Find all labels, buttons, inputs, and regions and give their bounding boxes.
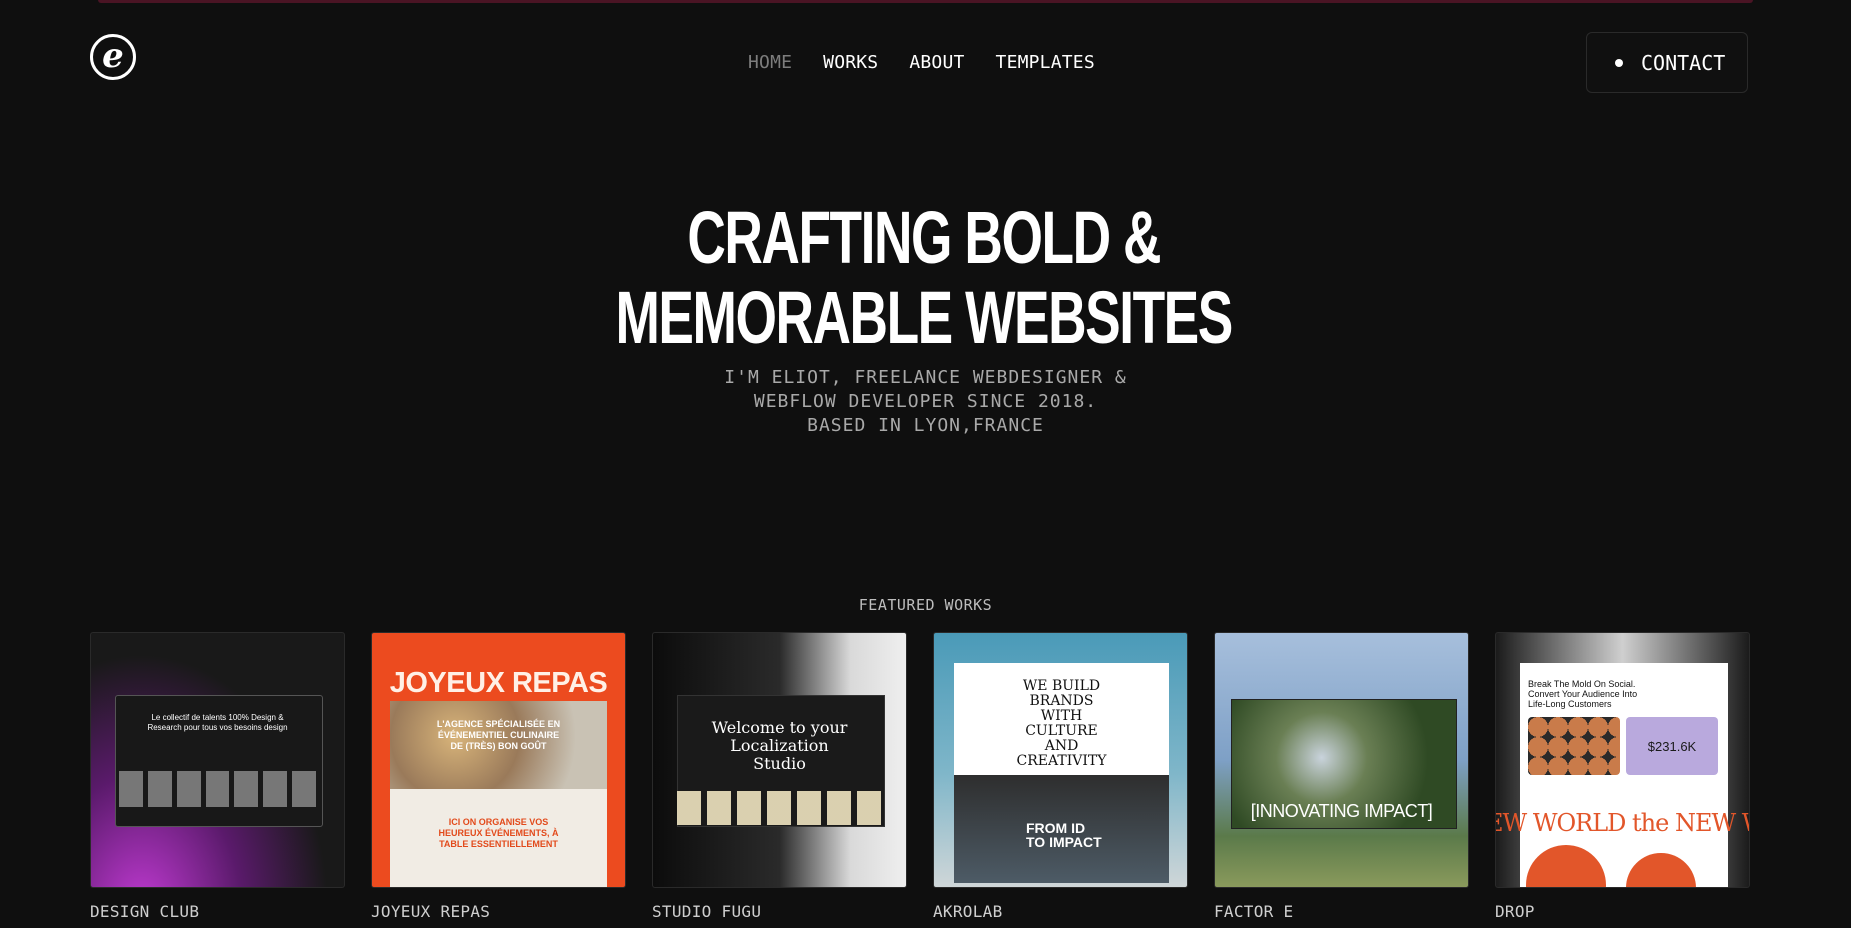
- hero-subtitle-line-1: I'M ELIOT, FREELANCE WEBDESIGNER &: [724, 367, 1127, 388]
- works-grid: Le collectif de talents 100% Design & Re…: [90, 632, 1750, 921]
- logo[interactable]: e: [90, 34, 136, 80]
- work-card-joyeux-repas[interactable]: JOYEUX REPAS L'AGENCE SPÉCIALISÉE EN ÉVÉ…: [371, 632, 626, 921]
- thumb-portraits: [119, 771, 317, 807]
- hero-subtitle-line-2: WEBFLOW DEVELOPER SINCE 2018.: [753, 391, 1098, 412]
- work-card-design-club[interactable]: Le collectif de talents 100% Design & Re…: [90, 632, 345, 921]
- thumb-text-2: ICI ON ORGANISE VOS HEUREUX ÉVÉNEMENTS, …: [438, 817, 559, 849]
- work-thumbnail[interactable]: WE BUILD BRANDS WITH CULTURE AND CREATIV…: [933, 632, 1188, 888]
- site-header: e HOME WORKS ABOUT TEMPLATES CONTACT: [0, 0, 1851, 126]
- work-card-drop[interactable]: Break The Mold On Social. Convert Your A…: [1495, 632, 1750, 921]
- thumb-text: L'AGENCE SPÉCIALISÉE EN ÉVÉNEMENTIEL CUL…: [436, 719, 561, 751]
- thumb-text-2: EW WORLD the NEW W: [1495, 809, 1750, 837]
- thumb-text: Break The Mold On Social. Convert Your A…: [1528, 679, 1638, 709]
- work-thumbnail[interactable]: Le collectif de talents 100% Design & Re…: [90, 632, 345, 888]
- hero-title-line-1: CRAFTING BOLD &: [687, 196, 1161, 279]
- thumb-text: WE BUILD BRANDS WITH CULTURE AND CREATIV…: [1016, 678, 1107, 769]
- work-title: STUDIO FUGU: [652, 902, 762, 921]
- main-nav: HOME WORKS ABOUT TEMPLATES: [748, 52, 1095, 73]
- hero-title-line-2: MEMORABLE WEBSITES: [615, 276, 1233, 359]
- work-card-studio-fugu[interactable]: Welcome to your Localization Studio STUD…: [652, 632, 907, 921]
- work-thumbnail[interactable]: JOYEUX REPAS L'AGENCE SPÉCIALISÉE EN ÉVÉ…: [371, 632, 626, 888]
- nav-about[interactable]: ABOUT: [909, 52, 964, 73]
- thumb-text: [INNOVATING IMPACT]: [1250, 801, 1433, 821]
- thumb-text: Le collectif de talents 100% Design & Re…: [147, 713, 288, 732]
- work-thumbnail[interactable]: Break The Mold On Social. Convert Your A…: [1495, 632, 1750, 888]
- nav-home[interactable]: HOME: [748, 52, 792, 73]
- dot-icon: [1615, 58, 1623, 67]
- work-title: JOYEUX REPAS: [371, 902, 491, 921]
- contact-button[interactable]: CONTACT: [1586, 32, 1748, 93]
- work-card-akrolab[interactable]: WE BUILD BRANDS WITH CULTURE AND CREATIV…: [933, 632, 1188, 921]
- hero-title: CRAFTING BOLD & MEMORABLE WEBSITES: [257, 198, 1590, 358]
- work-title: FACTOR E: [1214, 902, 1294, 921]
- work-title: DROP: [1495, 902, 1535, 921]
- work-card-factor-e[interactable]: [INNOVATING IMPACT] FACTOR E: [1214, 632, 1469, 921]
- thumb-price: $231.6K: [1626, 717, 1718, 775]
- work-title: DESIGN CLUB: [90, 902, 200, 921]
- thumb-avatars: [1528, 717, 1620, 775]
- work-thumbnail[interactable]: [INNOVATING IMPACT]: [1214, 632, 1469, 888]
- work-thumbnail[interactable]: Welcome to your Localization Studio: [652, 632, 907, 888]
- thumb-stickers: [677, 791, 883, 825]
- thumb-text: Welcome to your Localization Studio: [711, 718, 848, 773]
- logo-letter: e: [102, 35, 124, 76]
- work-title: AKROLAB: [933, 902, 1003, 921]
- featured-works-label: FEATURED WORKS: [858, 596, 993, 614]
- thumb-heading: JOYEUX REPAS: [389, 667, 608, 699]
- hero-subtitle: I'M ELIOT, FREELANCE WEBDESIGNER & WEBFL…: [0, 366, 1851, 438]
- thumb-text-2: FROM ID TO IMPACT: [1026, 820, 1102, 850]
- nav-templates[interactable]: TEMPLATES: [996, 52, 1095, 73]
- nav-works[interactable]: WORKS: [823, 52, 878, 73]
- contact-label: CONTACT: [1641, 50, 1726, 75]
- hero-subtitle-line-3: BASED IN LYON,FRANCE: [807, 415, 1044, 436]
